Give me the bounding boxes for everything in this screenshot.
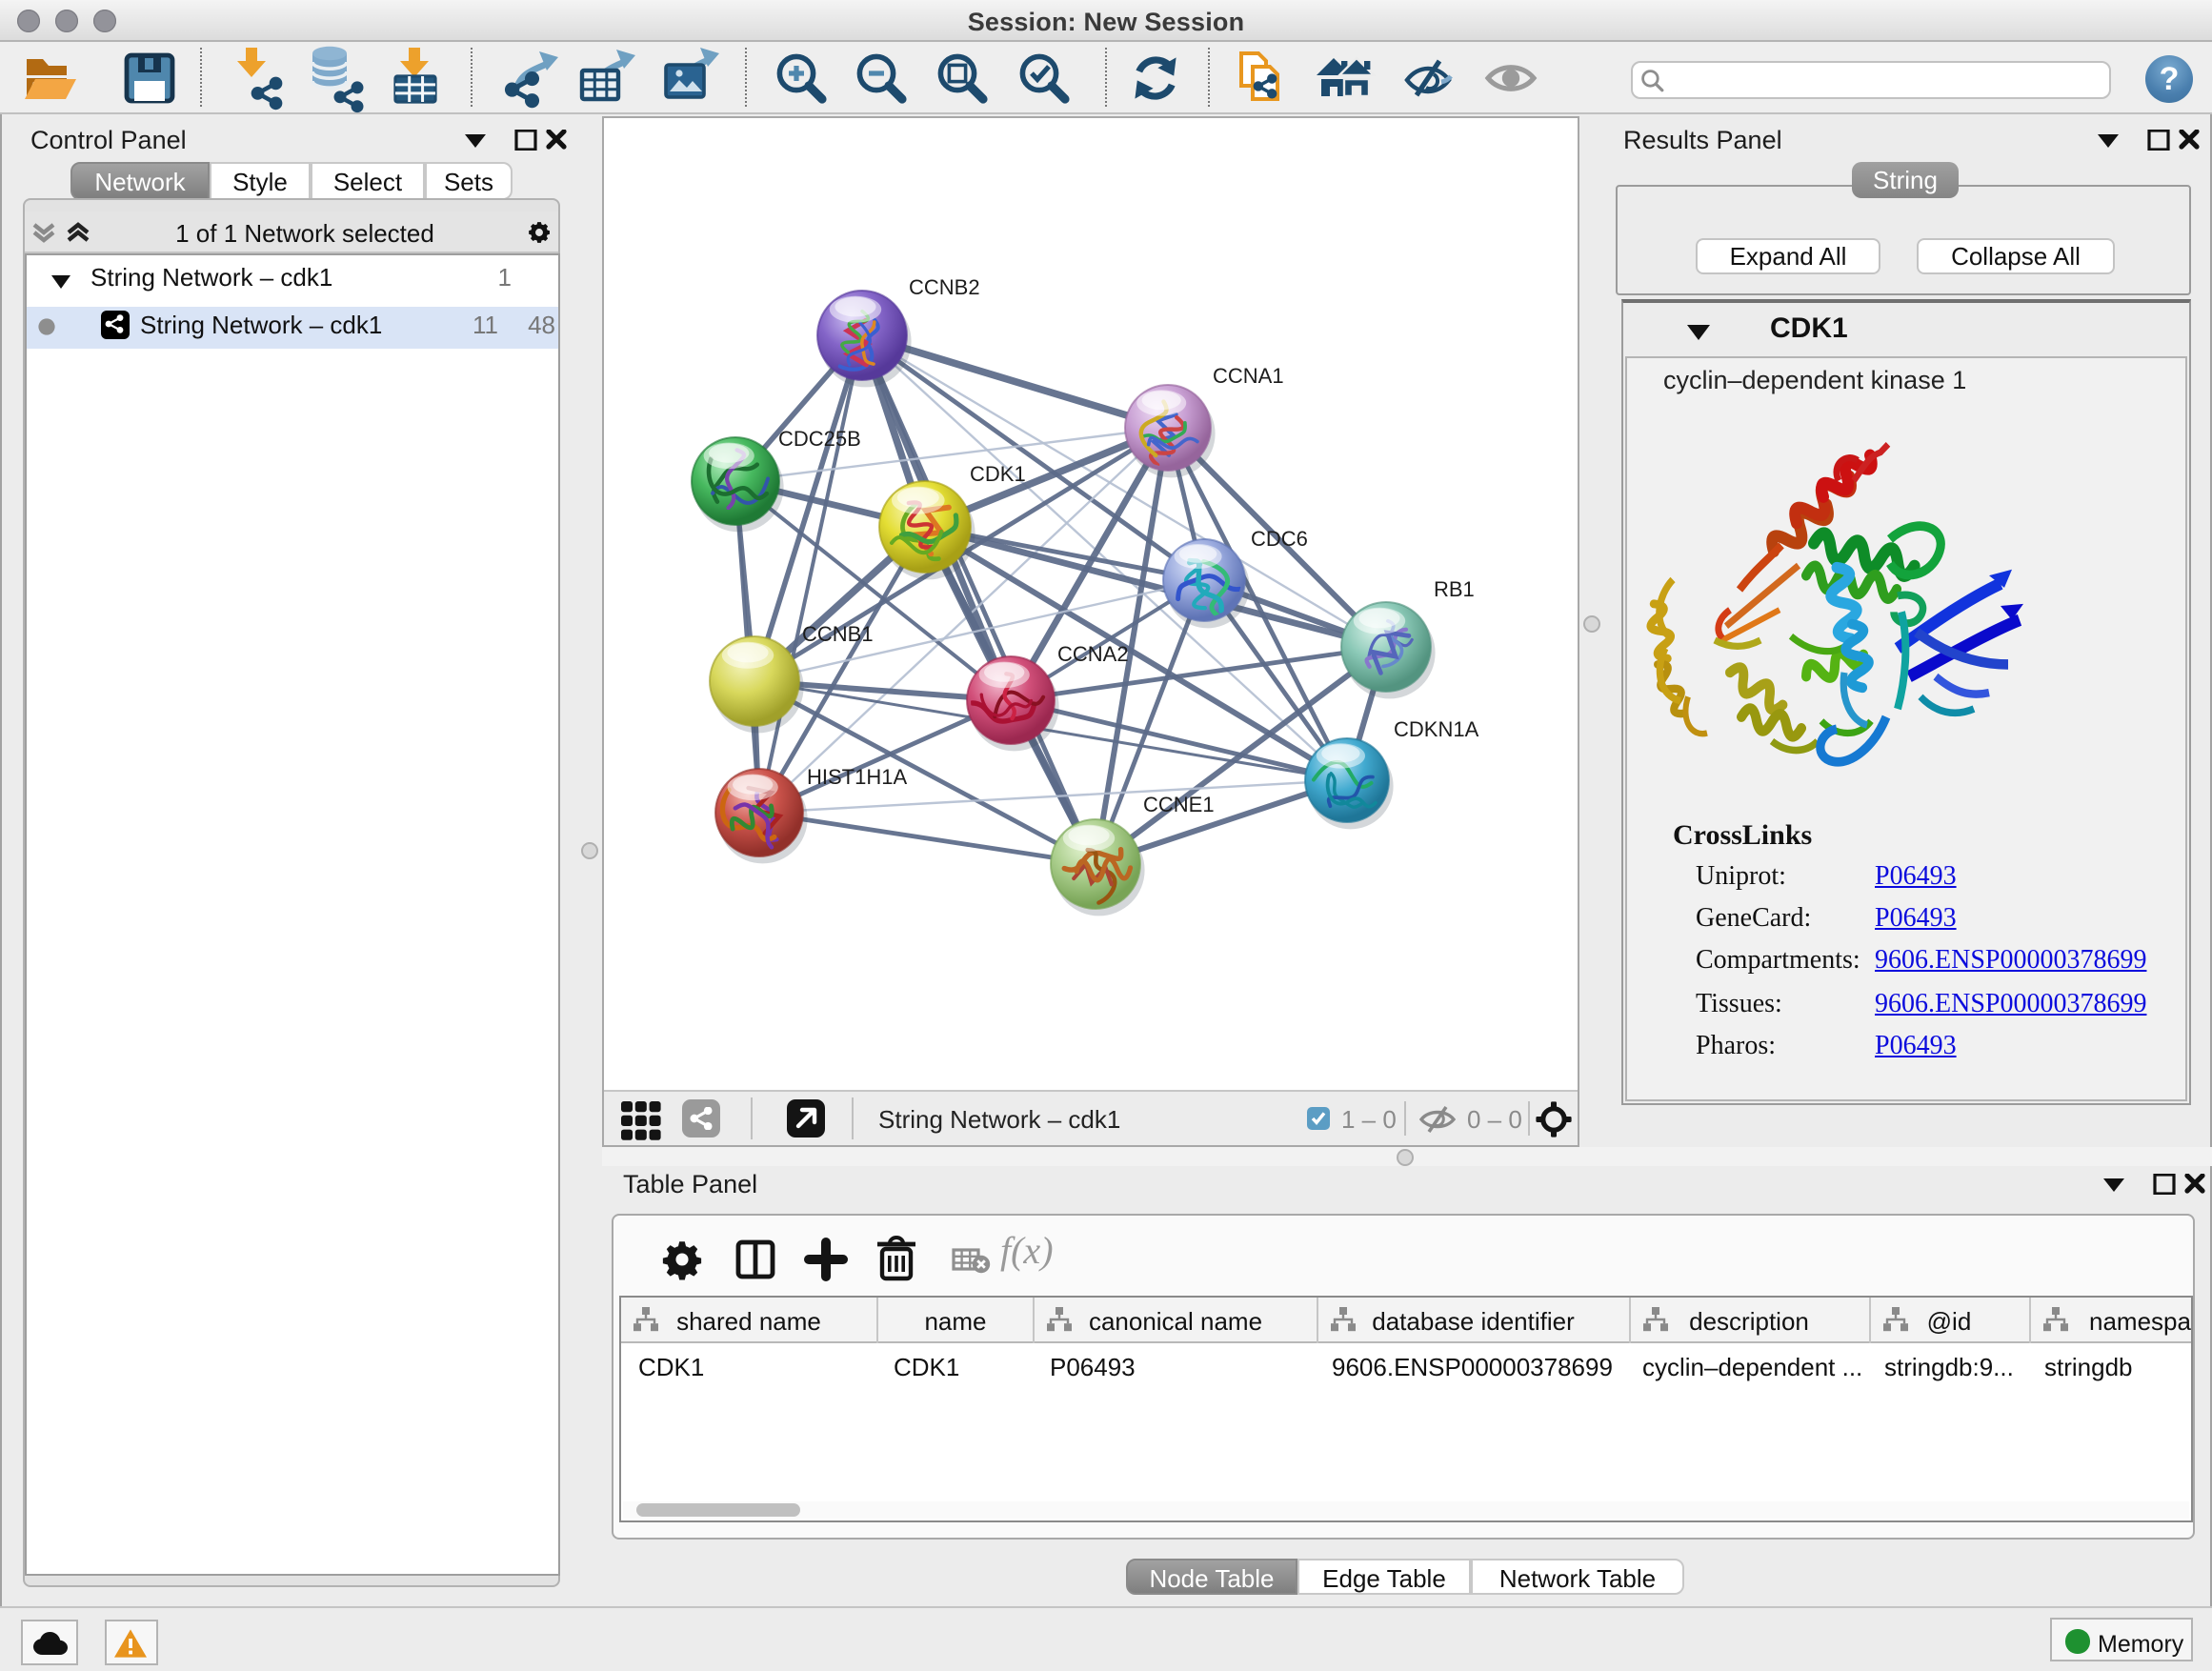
- svg-text:CDC25B: CDC25B: [778, 427, 861, 451]
- svg-text:CDKN1A: CDKN1A: [1394, 717, 1479, 741]
- svg-text:CCNE1: CCNE1: [1143, 793, 1215, 816]
- svg-text:CCNA2: CCNA2: [1057, 642, 1129, 666]
- svg-text:CDK1: CDK1: [970, 462, 1026, 486]
- svg-text:CCNA1: CCNA1: [1213, 364, 1284, 388]
- svg-text:CCNB2: CCNB2: [909, 275, 980, 299]
- svg-text:CCNB1: CCNB1: [802, 622, 874, 646]
- svg-text:CDC6: CDC6: [1251, 527, 1308, 551]
- svg-text:RB1: RB1: [1434, 577, 1475, 601]
- svg-text:HIST1H1A: HIST1H1A: [807, 765, 907, 789]
